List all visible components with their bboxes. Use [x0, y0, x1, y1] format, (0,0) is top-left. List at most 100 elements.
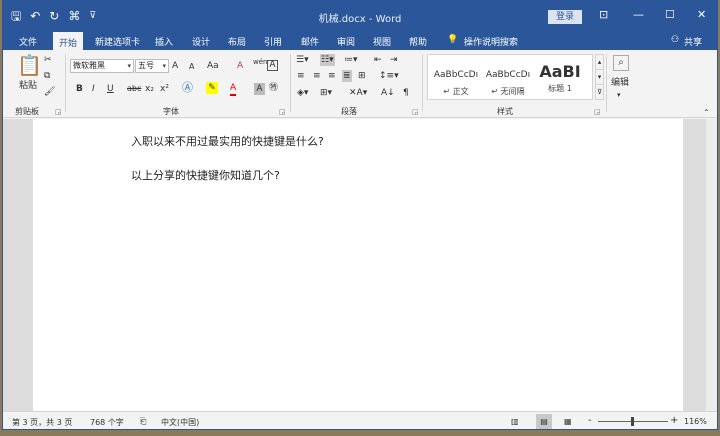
- proofing-icon[interactable]: ⎗: [140, 417, 146, 427]
- tab-view[interactable]: 视图: [373, 35, 391, 48]
- style-normal[interactable]: AaBbCcDı ↵ 正文: [430, 60, 482, 100]
- chevron-down-icon[interactable]: ▾: [617, 89, 621, 101]
- subscript-button[interactable]: x₂: [145, 83, 154, 95]
- gallery-more-icon[interactable]: ⊽: [595, 84, 604, 100]
- tab-insert[interactable]: 插入: [155, 35, 173, 48]
- collapse-ribbon-icon[interactable]: ⌃: [703, 107, 710, 119]
- maximize-icon[interactable]: ☐: [665, 8, 675, 21]
- clipboard-launcher-icon[interactable]: ◲: [55, 108, 62, 116]
- search-icon[interactable]: ⌕: [613, 55, 629, 71]
- justify-icon[interactable]: ≣: [342, 70, 352, 82]
- highlight-icon[interactable]: ✎: [206, 82, 218, 94]
- clear-format-button[interactable]: A: [237, 60, 243, 72]
- close-icon[interactable]: ✕: [697, 8, 706, 21]
- paste-button[interactable]: 粘贴: [19, 80, 37, 92]
- zoom-out-button[interactable]: -: [588, 415, 592, 426]
- gallery-up-icon[interactable]: ▴: [595, 54, 604, 70]
- font-size-combo[interactable]: 五号 ▾: [135, 59, 169, 73]
- numbering-icon[interactable]: ☷▾: [320, 54, 335, 66]
- borders-icon[interactable]: ⊞▾: [320, 87, 332, 99]
- font-name-combo[interactable]: 微软雅黑 ▾: [70, 59, 134, 73]
- cut-icon[interactable]: ✂: [44, 54, 52, 66]
- enclose-char-icon[interactable]: ㊕: [269, 82, 278, 94]
- tab-layout[interactable]: 布局: [228, 35, 246, 48]
- format-painter-icon[interactable]: 🖌: [44, 86, 55, 98]
- shrink-font-button[interactable]: A: [189, 61, 194, 73]
- italic-button[interactable]: I: [92, 83, 95, 95]
- tab-help[interactable]: 帮助: [409, 35, 427, 48]
- align-right-icon[interactable]: ≡: [328, 70, 336, 82]
- minimize-icon[interactable]: —: [633, 8, 644, 21]
- tab-mailings[interactable]: 邮件: [301, 35, 319, 48]
- tab-review[interactable]: 审阅: [337, 35, 355, 48]
- clipboard-icon[interactable]: 📋: [17, 54, 42, 76]
- strikethrough-button[interactable]: abc: [127, 83, 141, 95]
- char-shading-icon[interactable]: A: [254, 83, 265, 95]
- line-spacing-icon[interactable]: ↕≡▾: [379, 70, 399, 82]
- editing-button[interactable]: 编辑: [611, 77, 629, 89]
- shading-icon[interactable]: ◈▾: [297, 87, 308, 99]
- chinese-layout-icon[interactable]: ✕A▾: [349, 87, 367, 99]
- font-name-value: 微软雅黑: [73, 61, 105, 70]
- style-heading-1[interactable]: AaBI 标题 1: [534, 60, 586, 100]
- vertical-scrollbar[interactable]: [706, 119, 717, 411]
- print-layout-icon[interactable]: ▤: [536, 414, 552, 429]
- document-title: 机械.docx - Word: [318, 14, 402, 25]
- page-count[interactable]: 第 3 页，共 3 页: [12, 417, 72, 428]
- status-bar: 第 3 页，共 3 页 768 个字 ⎗ 中文(中国) ▥ ▤ ▦ - + 11…: [3, 411, 717, 429]
- underline-button[interactable]: U: [107, 83, 114, 95]
- login-button[interactable]: 登录: [548, 10, 582, 24]
- ribbon-display-icon[interactable]: ⊡: [599, 8, 608, 21]
- increase-indent-icon[interactable]: ⇥: [390, 54, 398, 66]
- styles-launcher-icon[interactable]: ◲: [594, 108, 601, 116]
- font-color-icon[interactable]: A: [230, 82, 237, 96]
- tab-home[interactable]: 开始: [53, 32, 84, 50]
- grow-font-button[interactable]: A: [172, 60, 178, 72]
- language[interactable]: 中文(中国): [161, 417, 199, 428]
- paragraph-group-label: 段落: [341, 107, 357, 116]
- align-left-icon[interactable]: ≡: [297, 70, 305, 82]
- distributed-icon[interactable]: ⊞: [358, 70, 366, 82]
- gallery-down-icon[interactable]: ▾: [595, 69, 604, 85]
- char-border-icon[interactable]: A: [267, 60, 278, 71]
- word-count[interactable]: 768 个字: [90, 417, 124, 428]
- multilevel-list-icon[interactable]: ≔▾: [344, 54, 358, 66]
- group-divider: [65, 54, 66, 112]
- zoom-slider-thumb[interactable]: [631, 417, 634, 426]
- bold-button[interactable]: B: [76, 83, 83, 95]
- text-effects-icon[interactable]: Ⓐ: [182, 82, 193, 94]
- group-divider: [290, 54, 291, 112]
- sort-icon[interactable]: A↓: [381, 87, 395, 99]
- copy-icon[interactable]: ⧉: [44, 70, 50, 82]
- font-group-label: 字体: [163, 107, 179, 116]
- tab-design[interactable]: 设计: [192, 35, 210, 48]
- web-layout-icon[interactable]: ▦: [564, 417, 572, 426]
- document-page[interactable]: 入职以来不用过最实用的快捷键是什么? 以上分享的快捷键你知道几个?: [33, 119, 683, 411]
- tell-me-search[interactable]: 操作说明搜索: [464, 35, 518, 48]
- user-icon: ⚇: [671, 35, 680, 45]
- read-mode-icon[interactable]: ▥: [511, 417, 519, 426]
- paragraph-launcher-icon[interactable]: ◲: [412, 108, 419, 116]
- show-marks-icon[interactable]: ¶: [403, 87, 409, 99]
- group-divider: [606, 54, 607, 112]
- align-center-icon[interactable]: ≡: [313, 70, 321, 82]
- change-case-button[interactable]: Aa: [207, 60, 219, 72]
- document-area: 入职以来不用过最实用的快捷键是什么? 以上分享的快捷键你知道几个?: [3, 119, 717, 411]
- share-button[interactable]: 共享: [684, 35, 702, 48]
- decrease-indent-icon[interactable]: ⇤: [374, 54, 382, 66]
- style-no-spacing[interactable]: AaBbCcDı ↵ 无间隔: [482, 60, 534, 100]
- chevron-down-icon: ▾: [127, 62, 131, 70]
- bullets-icon[interactable]: ☰▾: [296, 54, 309, 66]
- zoom-in-button[interactable]: +: [670, 415, 678, 426]
- style-sample: AaBbCcDı: [433, 70, 479, 80]
- tab-references[interactable]: 引用: [264, 35, 282, 48]
- style-sample: AaBbCcDı: [485, 70, 531, 80]
- lightbulb-icon: 💡: [447, 35, 459, 45]
- phonetic-guide-button[interactable]: wén: [253, 58, 267, 66]
- superscript-button[interactable]: x²: [160, 83, 169, 95]
- tab-new[interactable]: 新建选项卡: [95, 35, 140, 48]
- zoom-level[interactable]: 116%: [684, 417, 707, 426]
- font-launcher-icon[interactable]: ◲: [279, 108, 286, 116]
- styles-gallery: AaBbCcDı ↵ 正文 AaBbCcDı ↵ 无间隔 AaBI 标题 1: [427, 54, 593, 100]
- tab-file[interactable]: 文件: [19, 35, 37, 48]
